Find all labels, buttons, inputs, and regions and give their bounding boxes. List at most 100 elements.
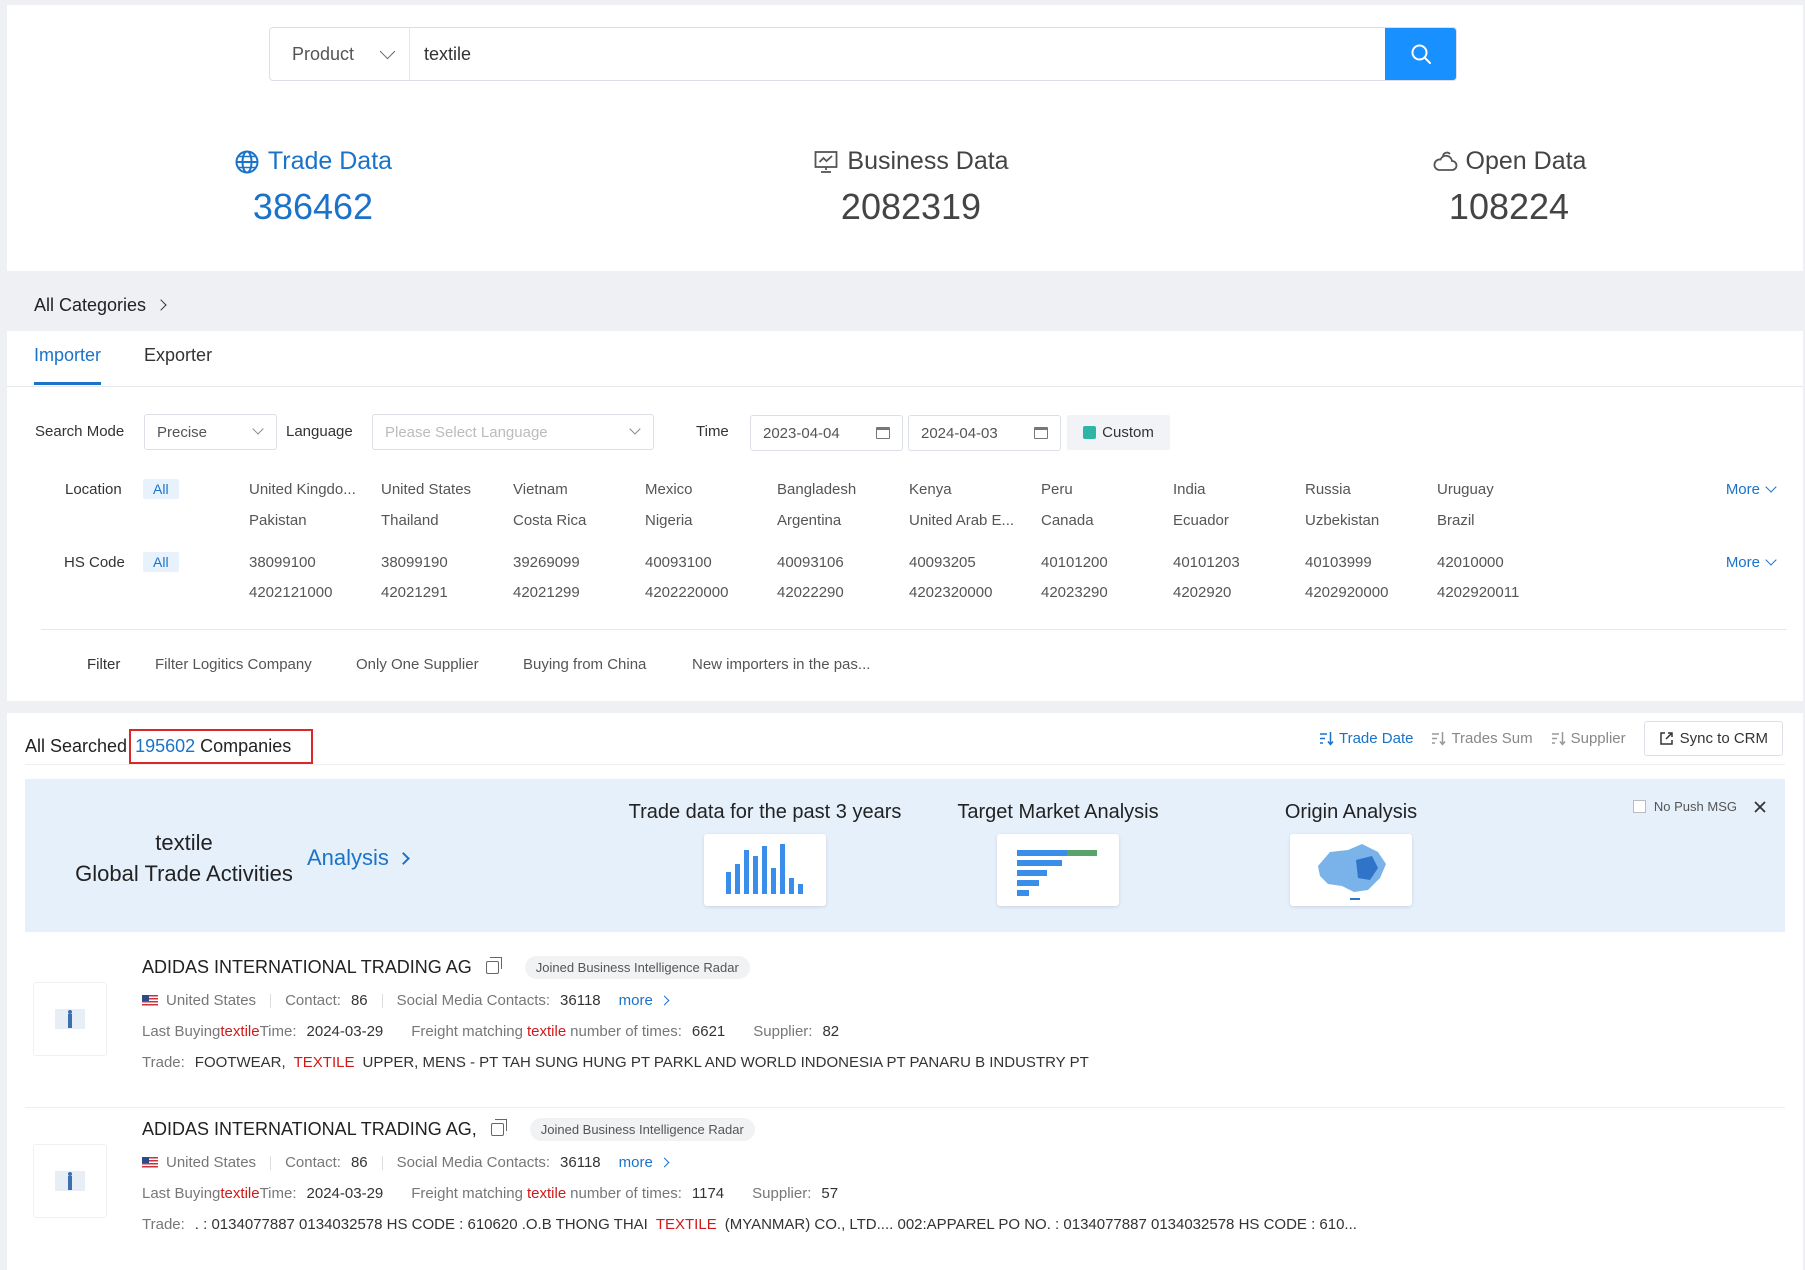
keyword-highlight: textile	[526, 1185, 567, 1202]
search-bar: Product textile	[269, 27, 1457, 81]
tab-exporter[interactable]: Exporter	[144, 345, 212, 385]
stat-value: 2082319	[840, 186, 982, 227]
custom-date-button[interactable]: Custom	[1067, 415, 1170, 450]
sort-trades-sum[interactable]: Trades Sum	[1431, 730, 1533, 747]
tab-importer[interactable]: Importer	[34, 345, 102, 385]
company-name[interactable]: ADIDAS INTERNATIONAL TRADING AG,	[142, 1119, 477, 1140]
location-all-chip[interactable]: All	[143, 479, 179, 499]
location-option[interactable]: Argentina	[777, 512, 841, 529]
stat-label: Business Data	[847, 147, 1009, 175]
analysis-banner: textile Global Trade Activities Analysis…	[25, 779, 1785, 932]
hs-code-option[interactable]: 40093106	[777, 554, 844, 571]
hs-code-option[interactable]: 4202920000	[1305, 584, 1388, 601]
location-option[interactable]: Russia	[1305, 481, 1351, 498]
more-link[interactable]: more	[619, 992, 670, 1009]
language-select[interactable]: Please Select Language	[372, 414, 654, 450]
hs-more-button[interactable]: More	[1725, 554, 1777, 571]
filter-option[interactable]: Only One Supplier	[356, 656, 479, 673]
stat-business-data[interactable]: Business Data 2082319	[711, 147, 1111, 228]
hs-code-option[interactable]: 4202121000	[249, 584, 332, 601]
location-option[interactable]: India	[1173, 481, 1206, 498]
hs-code-option[interactable]: 40093100	[645, 554, 712, 571]
analysis-label: Analysis	[307, 845, 389, 870]
location-option[interactable]: Uruguay	[1437, 481, 1494, 498]
location-option[interactable]: Thailand	[381, 512, 439, 529]
calendar-icon	[1034, 427, 1048, 439]
company-name[interactable]: ADIDAS INTERNATIONAL TRADING AG	[142, 957, 472, 978]
hs-code-option[interactable]: 39269099	[513, 554, 580, 571]
sort-trade-date[interactable]: Trade Date	[1319, 730, 1413, 747]
location-option[interactable]: United States	[381, 481, 471, 498]
sync-to-crm-button[interactable]: Sync to CRM	[1643, 721, 1783, 756]
hs-code-option[interactable]: 40103999	[1305, 554, 1372, 571]
hs-code-option[interactable]: 4202320000	[909, 584, 992, 601]
location-label: Location	[65, 481, 122, 498]
all-categories-link[interactable]: All Categories	[34, 295, 167, 316]
location-option[interactable]: Bangladesh	[777, 481, 856, 498]
no-push-checkbox[interactable]	[1632, 800, 1646, 813]
location-option[interactable]: Vietnam	[513, 481, 568, 498]
card-title: Trade data for the past 3 years	[628, 801, 902, 823]
analysis-link[interactable]: Analysis	[307, 845, 410, 871]
company-name-line: ADIDAS INTERNATIONAL TRADING AG Joined B…	[142, 956, 750, 979]
hs-code-option[interactable]: 42021299	[513, 584, 580, 601]
hs-code-option[interactable]: 38099100	[249, 554, 316, 571]
hs-code-option[interactable]: 4202920011	[1437, 584, 1519, 601]
location-option[interactable]: Ecuador	[1173, 512, 1229, 529]
location-more-button[interactable]: More	[1726, 481, 1777, 498]
filter-option[interactable]: Buying from China	[523, 656, 646, 673]
calendar-icon	[876, 427, 890, 439]
location-option[interactable]: Mexico	[645, 481, 693, 498]
location-option[interactable]: United Kingdo...	[249, 481, 356, 498]
chevron-down-icon	[629, 423, 641, 435]
filter-option[interactable]: New importers in the pas...	[692, 656, 870, 673]
chevron-right-icon	[659, 1157, 670, 1168]
no-push-msg: No Push MSG	[1632, 799, 1767, 814]
stat-value: 386462	[252, 186, 374, 227]
location-option[interactable]: United Arab E...	[909, 512, 1014, 529]
hs-code-option[interactable]: 42010000	[1437, 554, 1504, 571]
location-option[interactable]: Kenya	[909, 481, 952, 498]
more-label: More	[1725, 554, 1760, 571]
hs-code-option[interactable]: 4202920	[1173, 584, 1231, 601]
search-mode-select[interactable]: Precise	[144, 414, 277, 450]
hs-code-option[interactable]: 38099190	[381, 554, 448, 571]
hs-code-option[interactable]: 40101203	[1173, 554, 1240, 571]
hs-code-option[interactable]: 42022290	[777, 584, 844, 601]
location-option[interactable]: Brazil	[1437, 512, 1475, 529]
tab-divider	[7, 386, 1803, 387]
more-link[interactable]: more	[619, 1154, 670, 1171]
supplier-label: Supplier:	[752, 1185, 812, 1202]
search-button[interactable]	[1385, 28, 1456, 80]
card-origin-analysis[interactable]: Origin Analysis	[1201, 801, 1501, 906]
hs-code-option[interactable]: 40101200	[1041, 554, 1108, 571]
card-trade-data[interactable]: Trade data for the past 3 years	[615, 801, 915, 906]
search-type-select[interactable]: Product	[270, 28, 410, 80]
banner-keyword: textile	[155, 830, 213, 855]
hs-code-option[interactable]: 42021291	[381, 584, 448, 601]
hs-all-chip[interactable]: All	[143, 552, 179, 572]
date-to-input[interactable]: 2024-04-03	[908, 415, 1061, 451]
freight-times-label: number of times:	[570, 1185, 682, 1202]
close-icon[interactable]	[1753, 800, 1767, 814]
location-option[interactable]: Uzbekistan	[1305, 512, 1379, 529]
contact-value: 86	[350, 1154, 368, 1171]
copy-icon[interactable]	[485, 957, 502, 974]
filter-option[interactable]: Filter Logitics Company	[155, 656, 312, 673]
location-option[interactable]: Canada	[1041, 512, 1094, 529]
location-option[interactable]: Pakistan	[249, 512, 307, 529]
stat-open-data[interactable]: Open Data 108224	[1309, 147, 1709, 228]
stat-trade-data[interactable]: Trade Data 386462	[113, 147, 513, 228]
card-target-market[interactable]: Target Market Analysis	[908, 801, 1208, 906]
company-logo	[33, 982, 107, 1056]
hs-code-option[interactable]: 4202220000	[645, 584, 728, 601]
hs-code-option[interactable]: 42023290	[1041, 584, 1108, 601]
search-input[interactable]: textile	[410, 28, 1385, 80]
hs-code-option[interactable]: 40093205	[909, 554, 976, 571]
location-option[interactable]: Nigeria	[645, 512, 693, 529]
copy-icon[interactable]	[490, 1119, 507, 1136]
location-option[interactable]: Costa Rica	[513, 512, 586, 529]
date-from-input[interactable]: 2023-04-04	[750, 415, 903, 451]
sort-supplier[interactable]: Supplier	[1551, 730, 1626, 747]
location-option[interactable]: Peru	[1041, 481, 1073, 498]
